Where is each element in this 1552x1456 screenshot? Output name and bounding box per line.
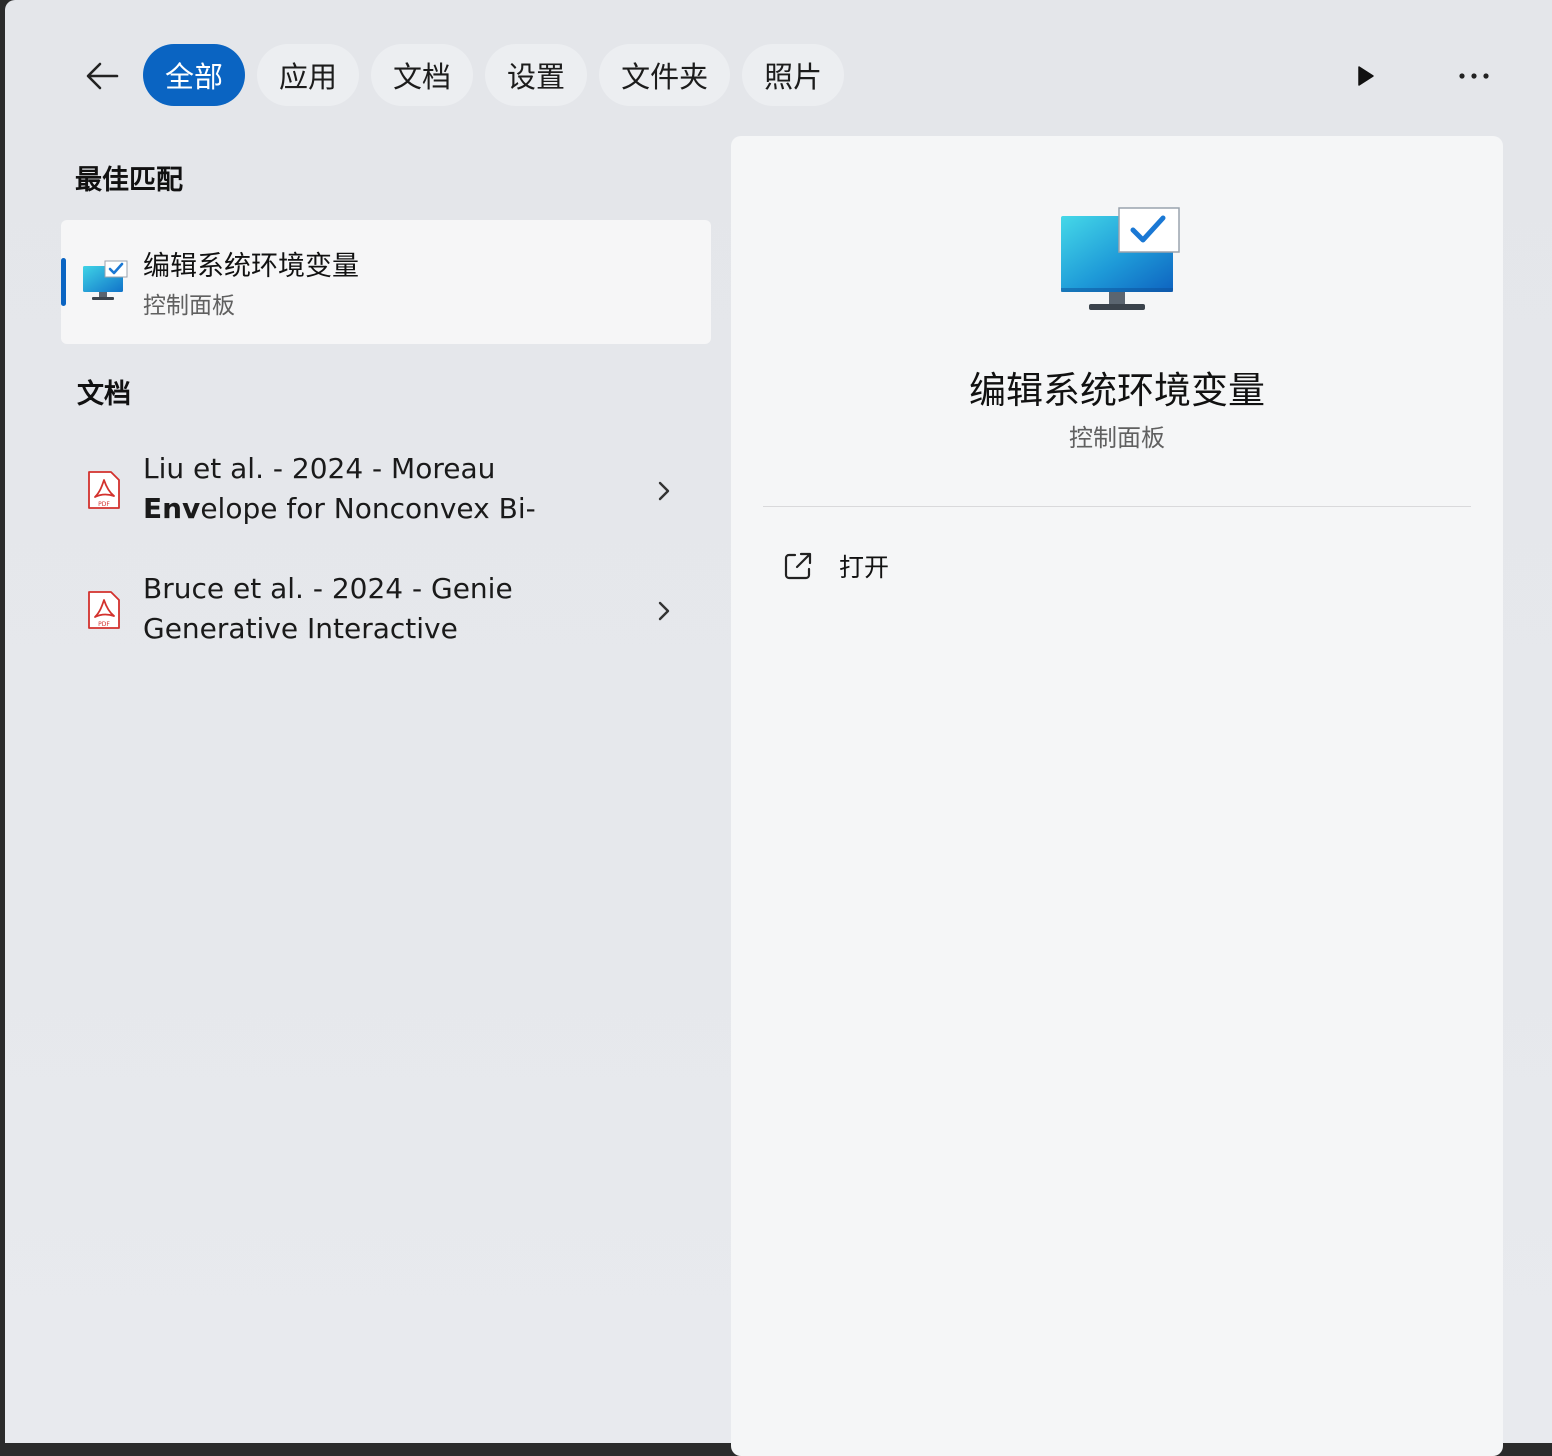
svg-text:PDF: PDF (98, 501, 110, 508)
monitor-checkmark-icon (83, 260, 128, 300)
back-button[interactable] (77, 50, 129, 102)
play-icon (1358, 66, 1374, 86)
document-result[interactable]: PDF Bruce et al. - 2024 - Genie Generati… (61, 560, 711, 664)
document-title-line2: Envelope for Nonconvex Bi- (143, 492, 536, 525)
chevron-right-icon[interactable] (653, 598, 675, 624)
tab-documents[interactable]: 文档 (371, 44, 474, 106)
divider (763, 506, 1471, 507)
arrow-left-icon (86, 62, 119, 90)
play-button[interactable] (1341, 52, 1389, 100)
detail-panel: 编辑系统环境变量 控制面板 打开 (731, 136, 1503, 1456)
match-highlight: Env (143, 492, 201, 525)
document-title-line1: Bruce et al. - 2024 - Genie (143, 572, 513, 605)
detail-title: 编辑系统环境变量 (969, 369, 1265, 412)
best-match-name: 编辑系统环境变量 (143, 251, 359, 282)
tab-photos[interactable]: 照片 (742, 44, 845, 106)
best-match-subtitle: 控制面板 (143, 293, 235, 319)
document-title-rest: elope for Nonconvex Bi- (200, 492, 536, 525)
open-external-icon (784, 552, 812, 580)
document-title-line1: Liu et al. - 2024 - Moreau (143, 452, 496, 485)
search-window: 全部 应用 文档 设置 文件夹 照片 最佳匹配 编辑系统环境变量 控制面板 文档… (5, 0, 1552, 1456)
open-label: 打开 (839, 553, 890, 582)
selection-indicator (61, 258, 66, 306)
tab-apps[interactable]: 应用 (257, 44, 360, 106)
tab-all[interactable]: 全部 (143, 44, 246, 106)
document-result[interactable]: PDF Liu et al. - 2024 - Moreau Envelope … (61, 440, 711, 544)
svg-text:PDF: PDF (98, 621, 110, 628)
tab-settings[interactable]: 设置 (485, 44, 588, 106)
best-match-heading: 最佳匹配 (75, 165, 183, 196)
more-horizontal-icon (1459, 73, 1489, 79)
best-match-result[interactable]: 编辑系统环境变量 控制面板 (61, 220, 711, 344)
document-title-line2: Generative Interactive (143, 612, 458, 645)
detail-subtitle: 控制面板 (1069, 424, 1165, 452)
open-button[interactable]: 打开 (781, 540, 905, 592)
more-options-button[interactable] (1447, 52, 1501, 100)
chevron-right-icon[interactable] (653, 478, 675, 504)
filter-tabs: 全部 应用 文档 设置 文件夹 照片 (143, 44, 845, 106)
document-title-rest: Generative Interactive (143, 612, 458, 645)
pdf-file-icon: PDF (88, 471, 120, 509)
tab-folders[interactable]: 文件夹 (599, 44, 731, 106)
pdf-file-icon: PDF (88, 591, 120, 629)
monitor-checkmark-icon (1061, 207, 1180, 310)
documents-heading: 文档 (77, 379, 131, 410)
